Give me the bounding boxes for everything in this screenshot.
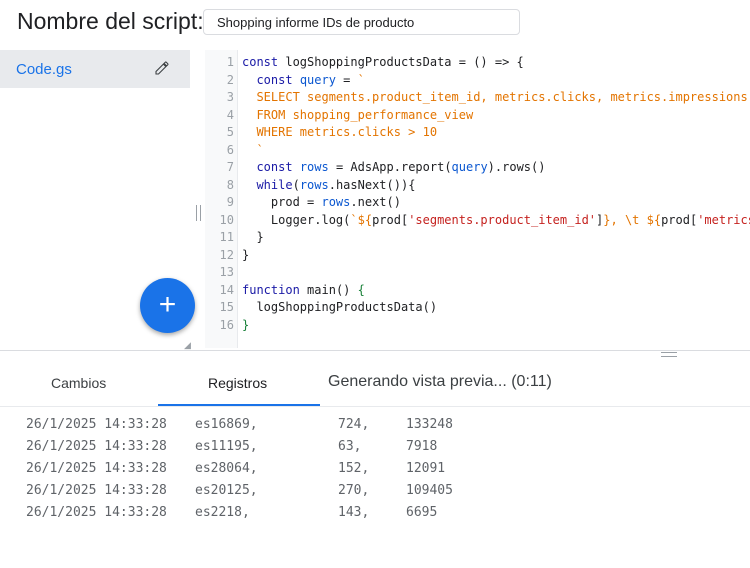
log-row: 26/1/2025 14:33:28 es16869, 724, 133248 (26, 417, 453, 432)
log-row: 26/1/2025 14:33:28 es11195, 63, 7918 (26, 439, 438, 454)
file-sidebar: Code.gs + ◢ (0, 50, 195, 350)
log-row: 26/1/2025 14:33:28 es20125, 270, 109405 (26, 483, 453, 498)
log-row: 26/1/2025 14:33:28 es28064, 152, 12091 (26, 461, 446, 476)
code-line: 12} (219, 247, 250, 262)
panel-divider (0, 350, 750, 351)
script-name-input[interactable] (203, 9, 520, 35)
drag-handle-icon[interactable] (661, 352, 677, 357)
script-header: Nombre del script: (0, 0, 750, 48)
code-line: 2 const query = ` (226, 72, 365, 87)
add-file-button[interactable]: + (140, 278, 195, 333)
tab-changes[interactable]: Cambios (51, 375, 106, 391)
code-line: 4 FROM shopping_performance_view (226, 107, 474, 122)
code-line: 9 prod = rows.next() (226, 195, 401, 209)
vertical-split-handle[interactable] (196, 205, 202, 221)
pencil-icon[interactable] (154, 60, 170, 76)
log-row: 26/1/2025 14:33:28 es2218, 143, 6695 (26, 505, 438, 520)
code-line: 7 const rows = AdsApp.report(query).rows… (226, 160, 546, 174)
code-line: 5 WHERE metrics.clicks > 10 (226, 125, 438, 139)
code-line: 1 const logShoppingProductsData = () => { (226, 55, 524, 69)
code-line: 8 while(rows.hasNext()){ (226, 177, 416, 192)
script-name-label: Nombre del script: (17, 8, 204, 34)
code-line: 6 ` (226, 142, 264, 157)
code-line: 16} (219, 317, 250, 332)
code-editor[interactable]: 1 const logShoppingProductsData = () => {… (205, 50, 750, 348)
code-line: 3 SELECT segments.product_item_id, metri… (226, 90, 748, 104)
file-item-code-gs[interactable]: Code.gs (0, 50, 190, 88)
code-line: 15 logShoppingProductsData() (219, 300, 438, 314)
file-name: Code.gs (16, 61, 72, 78)
code-content[interactable]: 1 const logShoppingProductsData = () => {… (205, 54, 750, 334)
tabs-border (0, 406, 750, 407)
log-output: 26/1/2025 14:33:28 es16869, 724, 133248 26/… (0, 414, 750, 524)
code-line: 13 (219, 265, 234, 279)
code-line: 10 Logger.log(`${prod['segments.product_… (219, 212, 750, 227)
preview-status: Generando vista previa... (0:11) (328, 373, 552, 390)
tab-logs[interactable]: Registros (208, 375, 267, 391)
code-line: 14 function main() { (219, 282, 365, 297)
code-line: 11 } (219, 230, 264, 244)
